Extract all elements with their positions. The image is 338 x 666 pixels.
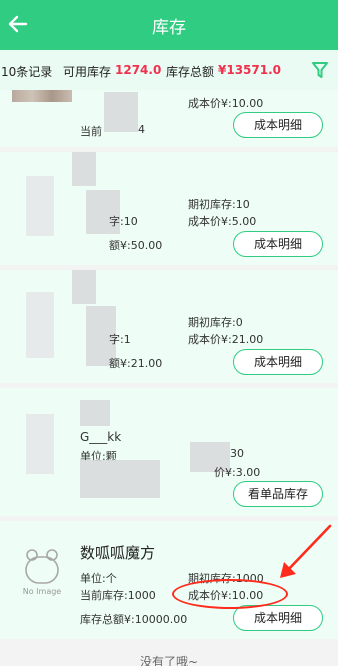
- current-stock: 字:10: [109, 215, 138, 228]
- cost-detail-button[interactable]: 成本明细: [233, 605, 323, 631]
- stock-total-value: ¥13571.0: [218, 63, 282, 77]
- record-count: 10条记录: [1, 65, 53, 79]
- list-item[interactable]: 当前 4 成本价¥:10.00 成本明细: [0, 90, 338, 147]
- cost-detail-button[interactable]: 成本明细: [233, 231, 323, 257]
- stock-total: 库存总额¥:10000.00: [80, 613, 188, 626]
- current-stock: 字:1: [109, 333, 131, 346]
- end-of-list-text: 没有了哦~: [139, 655, 199, 666]
- cost-detail-button[interactable]: 成本明细: [233, 349, 323, 375]
- cost-price: 成本价¥:5.00: [188, 215, 257, 228]
- available-stock-value: 1274.0: [115, 63, 162, 77]
- current-stock: 当前库存:1000: [80, 589, 156, 602]
- opening-stock: 30: [230, 447, 244, 460]
- top-bar: 库存: [0, 0, 338, 50]
- unit: 单位:个: [80, 572, 117, 585]
- list-item[interactable]: G___kk 单位:颗 30 价¥:3.00 看单品库存: [0, 388, 338, 516]
- list-item[interactable]: 期初库存:0 字:1 成本价¥:21.00 额¥:21.00 成本明细: [0, 270, 338, 383]
- product-name: 数呱呱魔方: [80, 544, 156, 562]
- view-item-stock-button[interactable]: 看单品库存: [233, 481, 323, 507]
- cost-price: 价¥:3.00: [214, 466, 261, 479]
- cost-detail-button[interactable]: 成本明细: [233, 112, 323, 138]
- opening-stock: 期初库存:10: [188, 198, 250, 211]
- opening-stock: 期初库存:0: [188, 316, 243, 329]
- cost-price: 成本价¥:21.00: [188, 333, 264, 346]
- current-stock: 当前: [80, 125, 102, 138]
- summary-bar: 10条记录 可用库存 1274.0 库存总额 ¥13571.0: [0, 50, 338, 90]
- list-item[interactable]: 期初库存:10 字:10 成本价¥:5.00 额¥:50.00 成本明细: [0, 152, 338, 265]
- filter-icon[interactable]: [312, 61, 328, 79]
- stock-total: 额¥:50.00: [109, 239, 163, 252]
- no-image-label: No Image: [22, 587, 62, 596]
- product-code: G___kk: [80, 430, 122, 444]
- product-thumbnail: [12, 90, 72, 102]
- stock-total-label: 库存总额: [166, 65, 215, 79]
- page-title: 库存: [152, 18, 186, 38]
- stock-total: 额¥:21.00: [109, 357, 163, 370]
- available-stock-label: 可用库存: [63, 65, 112, 79]
- cost-price: 成本价¥:10.00: [188, 97, 264, 110]
- annotation-arrow-icon: [280, 524, 332, 578]
